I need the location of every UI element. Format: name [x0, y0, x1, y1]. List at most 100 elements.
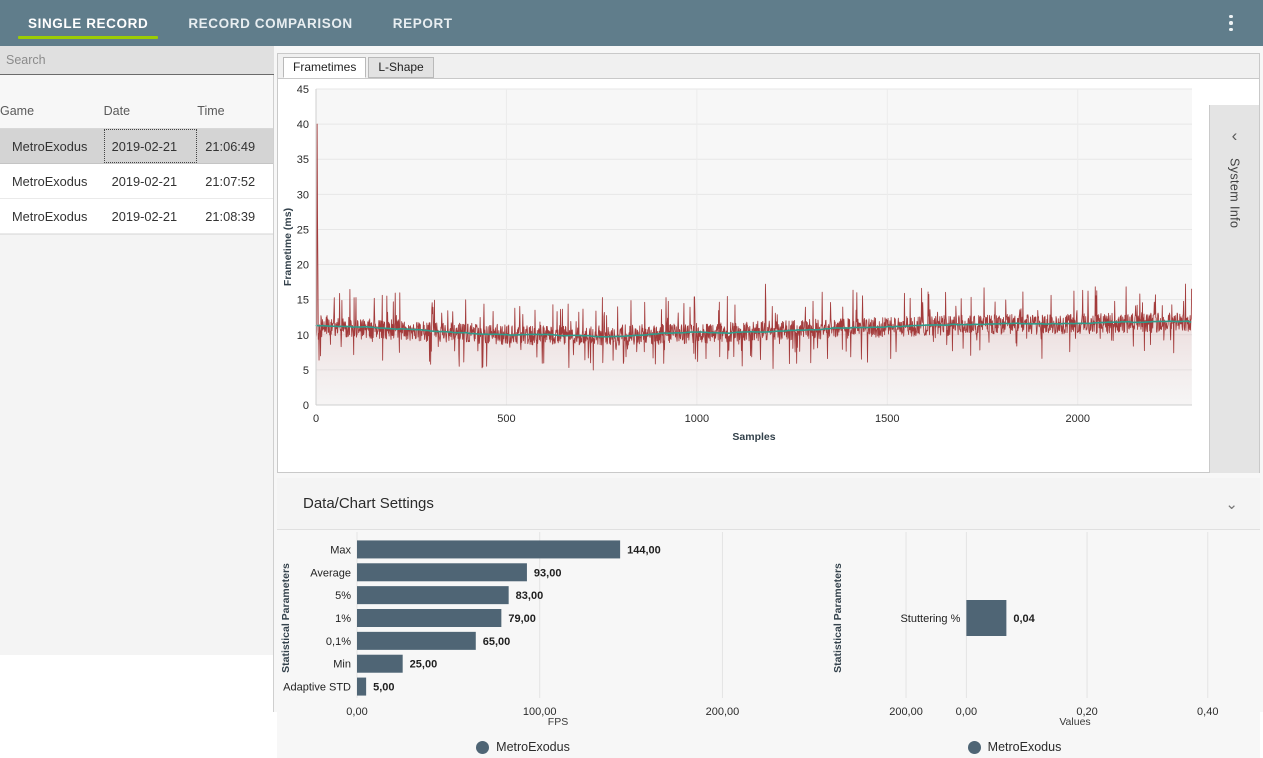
- x-tick-label: 200,00: [889, 706, 923, 718]
- y-tick-label: 0: [303, 400, 309, 412]
- tab-frametimes[interactable]: Frametimes: [283, 57, 367, 78]
- stuttering-bar-chart-container: Stuttering % 0,04 200,00 0,00 0,20 0,40 Values…: [769, 530, 1260, 758]
- kebab-dot-2: [1229, 21, 1233, 25]
- bar-category-label: Min: [333, 659, 351, 671]
- tab-single-record[interactable]: SINGLE RECORD: [8, 0, 168, 46]
- cell-date: 2019-02-21: [111, 208, 178, 224]
- bar-category-label: Max: [330, 544, 351, 556]
- bar: [357, 586, 509, 605]
- chart-tabs: Frametimes L-Shape: [278, 54, 1259, 79]
- app-window: SINGLE RECORD RECORD COMPARISON REPORT G…: [0, 0, 1263, 758]
- kebab-menu-icon[interactable]: [1221, 12, 1241, 34]
- main-tabs: SINGLE RECORD RECORD COMPARISON REPORT: [0, 0, 473, 46]
- sidebar-spacer: [0, 75, 273, 94]
- y-tick-label: 20: [297, 260, 309, 272]
- bar-value-label: 0,04: [1013, 613, 1035, 625]
- chevron-down-icon[interactable]: ⌄: [1225, 495, 1238, 513]
- y-axis-title: Frametime (ms): [282, 208, 294, 286]
- records-sidebar: Game Date Time MetroExodus 2019-02-21 21…: [0, 46, 274, 712]
- cell-game: MetroExodus: [12, 173, 88, 189]
- bar: [357, 654, 403, 673]
- bar-category-label: Adaptive STD: [283, 682, 351, 694]
- settings-title: Data/Chart Settings: [303, 495, 434, 512]
- cell-time: 21:08:39: [205, 208, 256, 224]
- legend-label: MetroExodus: [496, 740, 570, 754]
- tab-l-shape[interactable]: L-Shape: [368, 57, 434, 78]
- records-table-header: Game Date Time: [0, 94, 273, 129]
- bar-category-label: 0,1%: [326, 636, 351, 648]
- search-container: [0, 46, 274, 75]
- x-tick-label: 500: [497, 413, 515, 425]
- table-row[interactable]: MetroExodus 2019-02-21 21:08:39: [0, 199, 273, 234]
- cell-game: MetroExodus: [12, 208, 88, 224]
- bar-value-label: 83,00: [516, 590, 544, 602]
- x-axis-title: Samples: [732, 431, 775, 443]
- frametime-chart-card: Frametimes L-Shape 0 5 10 15 20 25 30 35 40 45 0 50…: [277, 53, 1260, 473]
- cell-game: MetroExodus: [12, 138, 88, 154]
- y-tick-label: 25: [297, 224, 309, 236]
- legend-color-swatch: [476, 740, 490, 754]
- bar: [357, 677, 367, 696]
- chevron-left-icon: ‹: [1231, 126, 1238, 145]
- fps-chart-legend: MetroExodus: [277, 740, 769, 754]
- x-tick-label: 1000: [685, 413, 709, 425]
- y-tick-label: 15: [297, 295, 309, 307]
- data-chart-settings-header[interactable]: Data/Chart Settings ⌄: [277, 478, 1260, 530]
- x-axis-title: FPS: [548, 716, 568, 728]
- tab-frametimes-label: Frametimes: [293, 60, 357, 74]
- legend-label: MetroExodus: [987, 740, 1062, 754]
- cell-time: 21:06:49: [205, 138, 256, 154]
- bar: [966, 600, 1007, 636]
- y-tick-label: 40: [297, 119, 309, 131]
- fps-bar-chart[interactable]: Max 144,00 Average 93,00 5% 83,00 1% 79,00 0,1% 6…: [277, 530, 769, 738]
- records-empty-area: [0, 234, 273, 655]
- column-header-game[interactable]: Game: [0, 104, 104, 118]
- bar: [357, 609, 502, 627]
- column-header-date[interactable]: Date: [104, 104, 198, 118]
- frametime-chart[interactable]: 0 5 10 15 20 25 30 35 40 45 0 500 1000 1500 2000 Framet…: [278, 79, 1210, 447]
- frametime-plot-area: 0 5 10 15 20 25 30 35 40 45 0 500 1000 1500 2000 Framet…: [278, 79, 1259, 473]
- stuttering-bar-chart[interactable]: Stuttering % 0,04200,00 0,00 0,20 0,40Values…: [769, 530, 1260, 738]
- bar-category-label: Average: [310, 567, 351, 579]
- y-tick-label: 30: [297, 189, 309, 201]
- cell-date: 2019-02-21: [103, 129, 198, 163]
- tab-report[interactable]: REPORT: [373, 0, 473, 46]
- tab-report-label: REPORT: [392, 15, 453, 31]
- system-info-panel-toggle[interactable]: ‹ System Info: [1209, 105, 1259, 473]
- x-tick-label: 2000: [1065, 413, 1089, 425]
- tab-record-comparison[interactable]: RECORD COMPARISON: [168, 0, 372, 46]
- kebab-dot-3: [1229, 27, 1233, 32]
- x-tick-label: 200,00: [706, 706, 740, 718]
- statistics-charts: Max 144,00 Average 93,00 5% 83,00 1% 79,00 0,1% 6…: [277, 530, 1260, 758]
- system-info-label: System Info: [1227, 158, 1242, 229]
- bar-value-label: 93,00: [534, 567, 562, 579]
- bar-category-label: 5%: [335, 590, 351, 602]
- bar-value-label: 79,00: [508, 613, 536, 625]
- table-row[interactable]: MetroExodus 2019-02-21 21:07:52: [0, 164, 273, 199]
- x-axis-title: Values: [1059, 716, 1090, 728]
- search-input[interactable]: [0, 46, 274, 75]
- top-navigation-bar: SINGLE RECORD RECORD COMPARISON REPORT: [0, 0, 1263, 46]
- x-tick-label: 0,00: [956, 706, 977, 718]
- bar-value-label: 65,00: [483, 636, 511, 648]
- stuttering-chart-legend: MetroExodus: [769, 740, 1260, 754]
- bar-category-label: 1%: [335, 613, 351, 625]
- kebab-dot-1: [1229, 14, 1233, 19]
- x-tick-label: 0,00: [346, 706, 367, 718]
- y-tick-label: 45: [297, 84, 309, 96]
- y-tick-label: 5: [303, 365, 309, 377]
- cell-date: 2019-02-21: [111, 173, 178, 189]
- bar-category-label: Stuttering %: [900, 613, 960, 625]
- bar: [357, 563, 527, 582]
- tab-record-comparison-label: RECORD COMPARISON: [188, 15, 353, 31]
- legend-color-swatch: [967, 740, 981, 754]
- bar-value-label: 5,00: [373, 682, 394, 694]
- table-row[interactable]: MetroExodus 2019-02-21 21:06:49: [0, 129, 273, 164]
- y-axis-title: Statistical Parameters: [832, 563, 844, 673]
- fps-bar-chart-container: Max 144,00 Average 93,00 5% 83,00 1% 79,00 0,1% 6…: [277, 530, 769, 758]
- tab-l-shape-label: L-Shape: [378, 60, 424, 74]
- x-tick-label: 0: [313, 413, 319, 425]
- main-content: Frametimes L-Shape 0 5 10 15 20 25 30 35 40 45 0 50…: [274, 46, 1263, 758]
- bar-value-label: 144,00: [627, 544, 661, 556]
- column-header-time[interactable]: Time: [197, 104, 273, 118]
